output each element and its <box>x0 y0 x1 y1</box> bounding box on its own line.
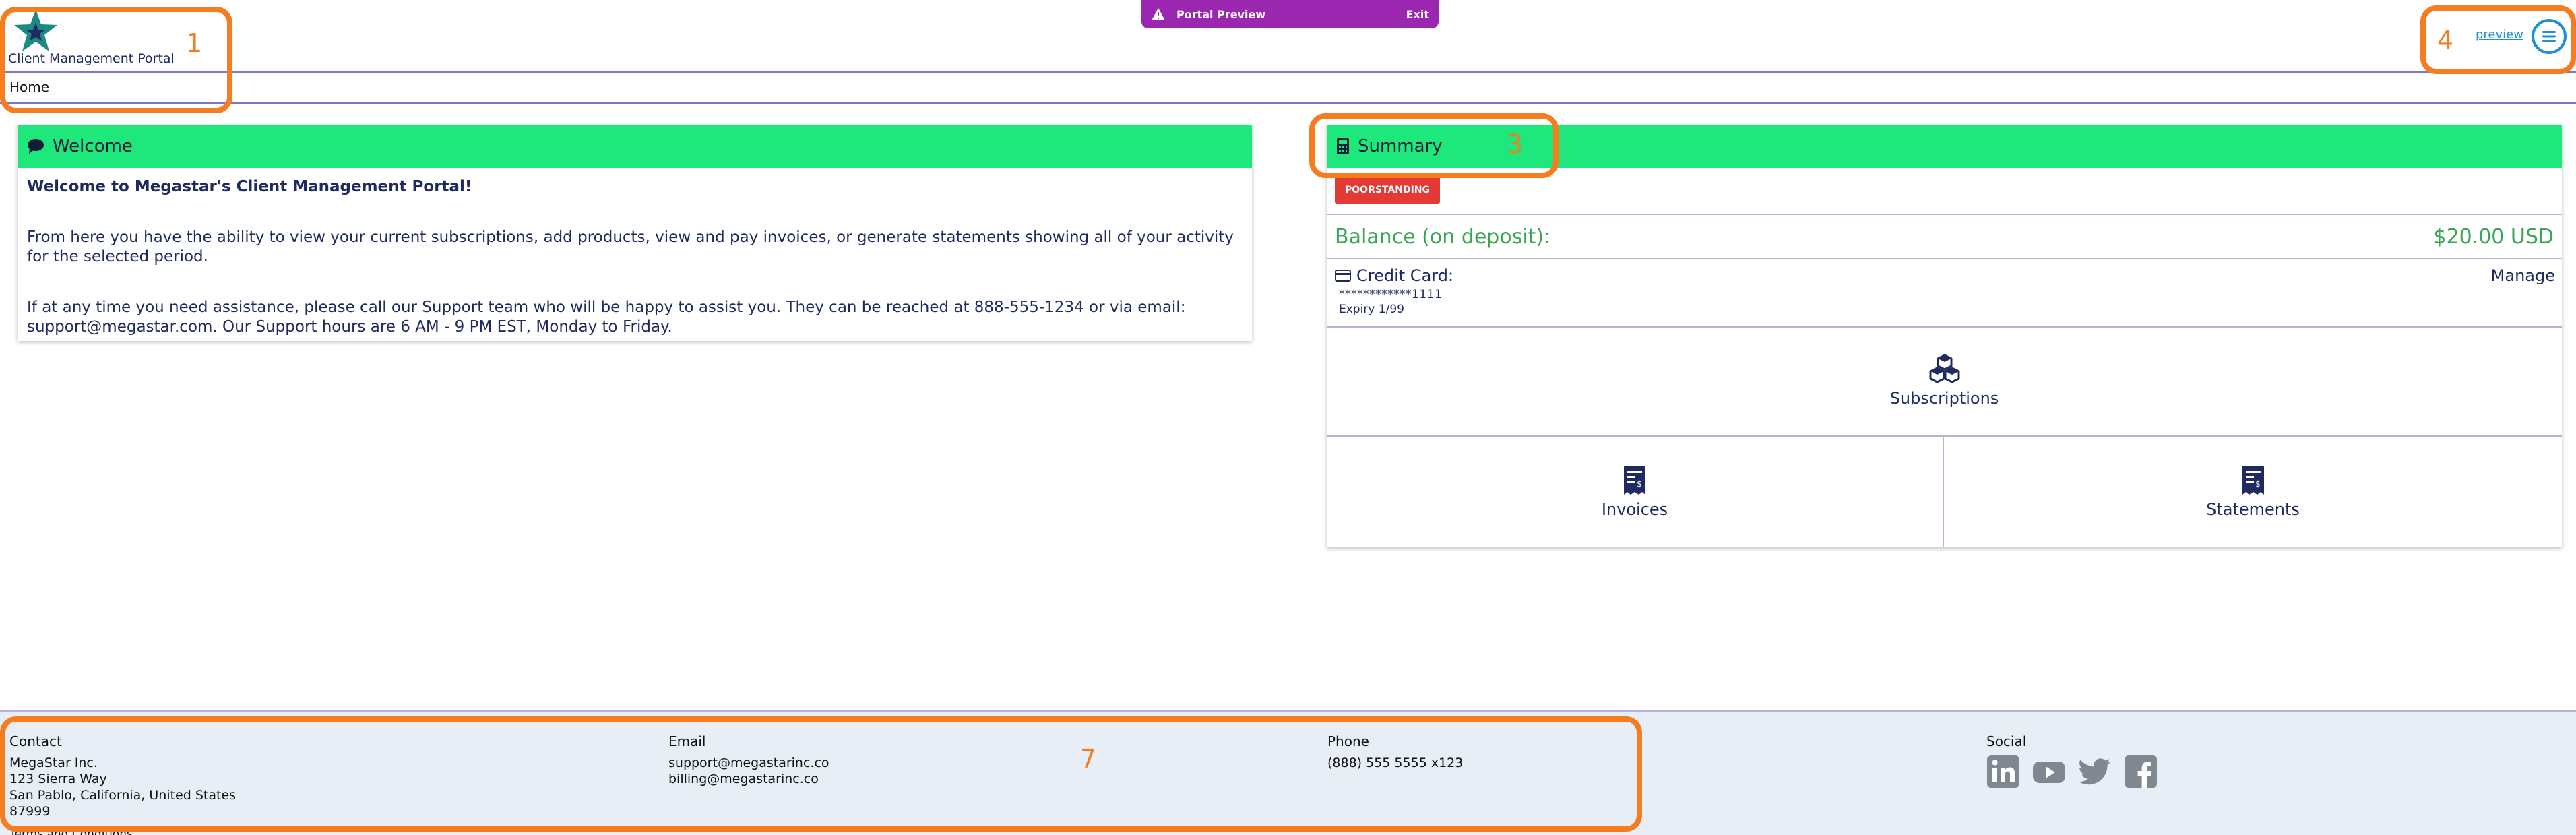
statement-icon: $ <box>2242 466 2264 495</box>
star-logo-icon <box>14 9 57 51</box>
footer-contact: Contact MegaStar Inc. 123 Sierra Way San… <box>9 733 236 819</box>
footer-contact-line: San Pablo, California, United States <box>9 788 237 803</box>
credit-card-icon <box>1335 270 1351 282</box>
calculator-icon <box>1337 138 1349 154</box>
breadcrumb-divider <box>0 102 2576 104</box>
header-divider <box>0 71 2576 73</box>
footer-phone: Phone (888) 555 5555 x123 <box>1327 733 1463 771</box>
footer-phone-number[interactable]: (888) 555 5555 x123 <box>1327 755 1463 771</box>
credit-card-title: Credit Card: <box>1335 266 2554 285</box>
footer-email-support[interactable]: support@megastarinc.co <box>668 755 829 771</box>
warning-icon <box>1152 8 1165 20</box>
footer-contact-line: 87999 <box>9 804 51 819</box>
header: Client Management Portal Portal Preview … <box>0 0 2576 71</box>
welcome-body: Welcome to Megastar's Client Management … <box>18 168 1252 346</box>
exit-preview-button[interactable]: Exit <box>1406 8 1429 21</box>
welcome-title: Welcome <box>53 136 133 156</box>
balance-value: $20.00 USD <box>2433 224 2554 249</box>
summary-title: Summary <box>1358 136 1443 156</box>
invoices-tile[interactable]: $ Invoices <box>1327 437 1944 547</box>
portal-preview-banner: Portal Preview Exit <box>1141 0 1439 28</box>
welcome-header: Welcome <box>18 125 1252 168</box>
terms-link[interactable]: Terms and Conditions <box>9 828 133 835</box>
welcome-description: From here you have the ability to view y… <box>27 228 1234 266</box>
credit-card-label: Credit Card: <box>1356 266 1454 285</box>
credit-card-expiry: Expiry 1/99 <box>1339 303 1404 316</box>
footer-phone-heading: Phone <box>1327 733 1369 749</box>
welcome-greeting: Welcome to Megastar's Client Management … <box>27 178 472 195</box>
statements-tile[interactable]: $ Statements <box>1944 437 2562 547</box>
logo[interactable] <box>12 8 59 53</box>
social-icons <box>1986 755 2158 788</box>
breadcrumb-home[interactable]: Home <box>9 79 49 95</box>
footer-contact-line: 123 Sierra Way <box>9 772 107 786</box>
statements-label: Statements <box>2206 500 2300 519</box>
facebook-icon[interactable] <box>2124 755 2158 788</box>
footer-contact-line: MegaStar Inc. <box>9 755 98 770</box>
linkedin-icon[interactable] <box>1986 755 2020 788</box>
svg-text:$: $ <box>2255 479 2261 489</box>
comment-icon <box>28 139 44 154</box>
annotation-number-1: 1 <box>186 28 203 58</box>
annotation-number-7: 7 <box>1080 744 1097 774</box>
hamburger-icon <box>2542 31 2556 42</box>
footer-social-heading: Social <box>1986 733 2027 749</box>
footer-email-heading: Email <box>668 733 706 749</box>
footer-email-billing[interactable]: billing@megastarinc.co <box>668 771 829 787</box>
subscriptions-tile[interactable]: Subscriptions <box>1327 326 2562 437</box>
preview-link[interactable]: preview <box>2476 28 2523 42</box>
credit-card-row: Credit Card: ************1111 Expiry 1/9… <box>1327 259 2562 328</box>
menu-button[interactable] <box>2532 19 2567 54</box>
subscriptions-label: Subscriptions <box>1889 389 1999 408</box>
manage-card-link[interactable]: Manage <box>2491 266 2555 285</box>
credit-card-number: ************1111 <box>1339 288 1443 301</box>
annotation-number-3: 3 <box>1507 129 1523 159</box>
welcome-support-info: If at any time you need assistance, plea… <box>27 299 1186 336</box>
youtube-icon[interactable] <box>2032 755 2066 788</box>
svg-text:$: $ <box>1637 479 1642 489</box>
footer: Contact MegaStar Inc. 123 Sierra Way San… <box>0 710 2576 835</box>
summary-panel: Summary POORSTANDING Balance (on deposit… <box>1327 125 2562 547</box>
status-row: POORSTANDING <box>1327 168 2562 215</box>
portal-preview-label: Portal Preview <box>1176 7 1266 21</box>
cubes-icon <box>1929 354 1959 383</box>
footer-email: Email support@megastarinc.co billing@meg… <box>668 733 829 787</box>
annotation-number-4: 4 <box>2437 26 2454 55</box>
welcome-panel: Welcome Welcome to Megastar's Client Man… <box>18 125 1252 341</box>
portal-name: Client Management Portal <box>8 51 175 66</box>
invoices-label: Invoices <box>1601 500 1668 519</box>
footer-contact-heading: Contact <box>9 733 62 749</box>
invoice-icon: $ <box>1624 466 1645 495</box>
footer-social: Social <box>1986 733 2158 788</box>
twitter-icon[interactable] <box>2078 755 2112 788</box>
balance-label: Balance (on deposit): <box>1335 224 1551 249</box>
status-badge: POORSTANDING <box>1335 176 1440 204</box>
balance-row: Balance (on deposit): $20.00 USD <box>1327 215 2562 259</box>
